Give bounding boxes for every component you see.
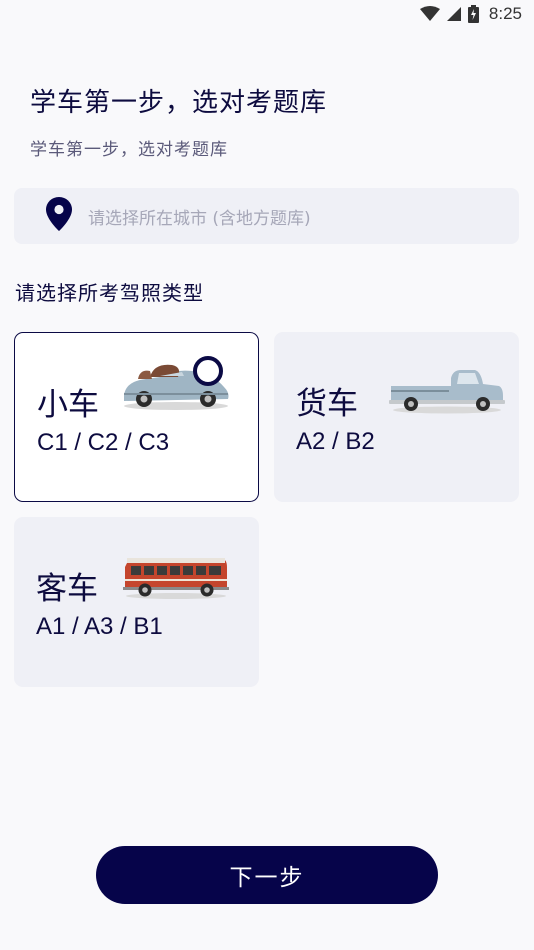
license-codes: C1 / C2 / C3 — [37, 429, 170, 456]
page-subtitle: 学车第一步，选对考题库 — [30, 140, 228, 160]
license-codes: A1 / A3 / B1 — [36, 613, 163, 640]
license-codes: A2 / B2 — [296, 428, 375, 455]
license-card-car[interactable]: 小车 C1 / C2 / C3 — [14, 332, 259, 502]
selected-indicator — [193, 356, 223, 386]
license-name: 小车 — [37, 387, 99, 423]
license-name: 货车 — [296, 386, 358, 422]
status-time: 8:25 — [488, 4, 522, 23]
pickup-truck-icon — [389, 366, 505, 420]
bus-icon — [123, 555, 229, 605]
wifi-icon — [419, 6, 440, 22]
battery-charging-icon — [467, 5, 479, 23]
city-select[interactable]: 请选择所在城市 (含地方题库) — [14, 188, 519, 244]
signal-icon — [446, 6, 462, 22]
page-title: 学车第一步，选对考题库 — [30, 88, 328, 118]
city-placeholder: 请选择所在城市 (含地方题库) — [88, 208, 311, 229]
license-card-bus[interactable]: 客车 A1 / A3 / B1 — [14, 517, 259, 687]
location-pin-icon — [14, 197, 72, 235]
license-section-label: 请选择所考驾照类型 — [15, 281, 204, 305]
next-step-button[interactable]: 下一步 — [96, 846, 438, 904]
license-card-truck[interactable]: 货车 A2 / B2 — [274, 332, 519, 502]
license-name: 客车 — [36, 571, 98, 607]
status-bar: 8:25 — [0, 0, 534, 28]
